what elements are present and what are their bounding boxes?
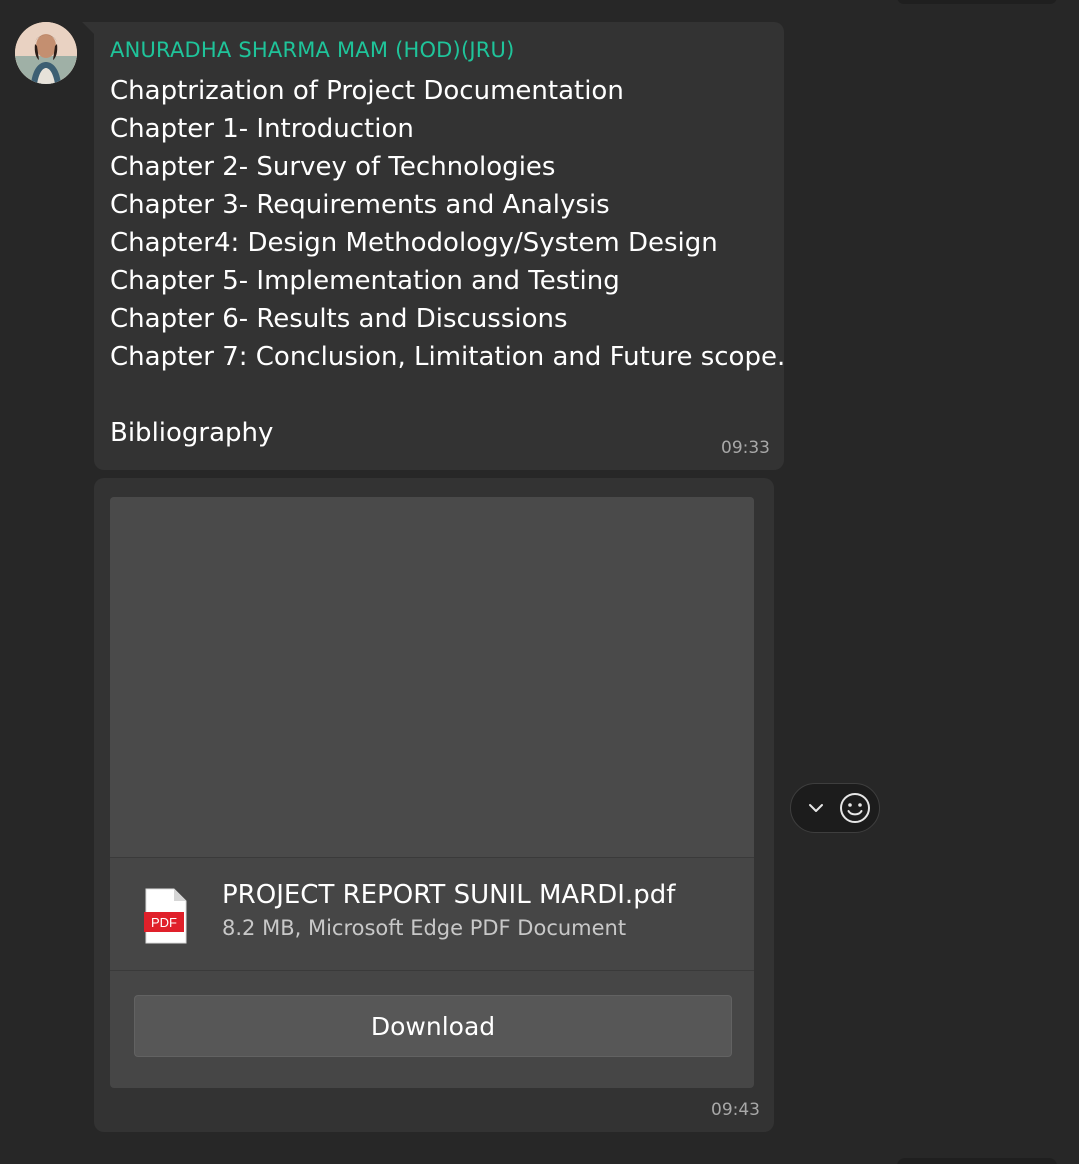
partial-outgoing-bubble-bottom xyxy=(897,1158,1057,1164)
download-button[interactable]: Download xyxy=(134,995,732,1057)
smiley-icon[interactable] xyxy=(839,792,871,824)
bubble-tail xyxy=(82,22,94,34)
message-line: Chaptrization of Project Documentation xyxy=(110,76,624,106)
message-line: Chapter 5- Implementation and Testing xyxy=(110,266,620,296)
file-message-bubble[interactable]: PDF PROJECT REPORT SUNIL MARDI.pdf 8.2 M… xyxy=(94,478,774,1132)
text-message-bubble[interactable]: ANURADHA SHARMA MAM (HOD)(JRU) Chaptriza… xyxy=(94,22,785,470)
message-line: Chapter 7: Conclusion, Limitation and Fu… xyxy=(110,342,786,372)
file-attachment-card[interactable]: PDF PROJECT REPORT SUNIL MARDI.pdf 8.2 M… xyxy=(110,497,754,1088)
message-actions-pill xyxy=(790,783,880,833)
avatar-photo xyxy=(15,22,77,84)
pdf-file-icon: PDF xyxy=(144,888,188,944)
message-body: Chaptrization of Project Documentation C… xyxy=(110,72,785,452)
message-line-blank xyxy=(110,376,785,414)
chevron-down-icon[interactable] xyxy=(805,797,827,819)
partial-outgoing-bubble-top xyxy=(897,0,1057,4)
message-line: Chapter 6- Results and Discussions xyxy=(110,304,568,334)
message-line: Chapter 2- Survey of Technologies xyxy=(110,152,556,182)
message-line: Chapter 1- Introduction xyxy=(110,114,414,144)
sender-name[interactable]: ANURADHA SHARMA MAM (HOD)(JRU) xyxy=(110,38,515,62)
sender-avatar[interactable] xyxy=(15,22,77,84)
file-preview-area[interactable] xyxy=(110,497,754,857)
message-line: Chapter4: Design Methodology/System Desi… xyxy=(110,228,718,258)
file-name[interactable]: PROJECT REPORT SUNIL MARDI.pdf xyxy=(222,880,675,910)
file-meta: 8.2 MB, Microsoft Edge PDF Document xyxy=(222,916,627,940)
message-line: Bibliography xyxy=(110,418,274,448)
message-timestamp: 09:43 xyxy=(711,1100,760,1120)
pdf-icon-label: PDF xyxy=(151,915,177,930)
file-info-row[interactable]: PDF PROJECT REPORT SUNIL MARDI.pdf 8.2 M… xyxy=(110,857,754,971)
chat-view: ANURADHA SHARMA MAM (HOD)(JRU) Chaptriza… xyxy=(0,0,1079,1164)
message-line: Chapter 3- Requirements and Analysis xyxy=(110,190,610,220)
message-timestamp: 09:33 xyxy=(721,438,770,458)
